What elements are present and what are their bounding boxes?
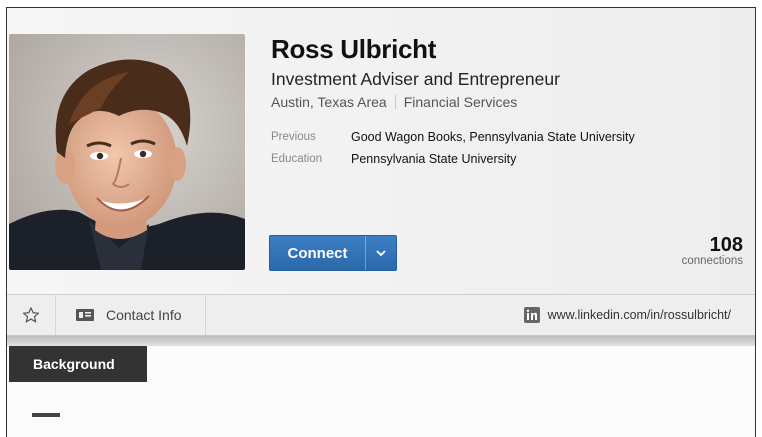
section-divider	[7, 336, 755, 346]
connections-count: 108 connections	[682, 235, 743, 267]
connections-label: connections	[681, 255, 743, 267]
star-icon	[22, 307, 40, 323]
contact-info-button[interactable]: Contact Info	[56, 295, 206, 335]
background-label: Background	[33, 356, 115, 372]
section-marker	[32, 413, 60, 417]
previous-row: Previous Good Wagon Books, Pennsylvania …	[271, 130, 635, 144]
linkedin-icon	[523, 307, 540, 323]
connections-number: 108	[709, 234, 743, 256]
connect-label[interactable]: Connect	[270, 236, 365, 270]
background-section-tab[interactable]: Background	[9, 346, 147, 382]
education-row: Education Pennsylvania State University	[271, 152, 516, 166]
address-card-icon	[76, 308, 94, 322]
contact-info-label: Contact Info	[106, 307, 182, 323]
chevron-down-icon	[376, 250, 386, 256]
previous-value[interactable]: Good Wagon Books, Pennsylvania State Uni…	[351, 130, 635, 144]
profile-card: Ross Ulbricht Investment Adviser and Ent…	[7, 8, 755, 296]
connect-dropdown[interactable]	[365, 236, 396, 270]
favorite-button[interactable]	[7, 295, 56, 335]
location-link[interactable]: Austin, Texas Area	[271, 94, 387, 110]
location-row: Austin, Texas Area Financial Services	[271, 94, 517, 110]
profile-headline: Investment Adviser and Entrepreneur	[271, 69, 560, 89]
industry-link[interactable]: Financial Services	[404, 94, 518, 110]
public-profile-url[interactable]: www.linkedin.com/in/rossulbricht/	[523, 295, 731, 335]
previous-label: Previous	[271, 131, 316, 143]
divider	[394, 95, 396, 109]
profile-name: Ross Ulbricht	[271, 34, 437, 64]
profile-page: Ross Ulbricht Investment Adviser and Ent…	[6, 7, 756, 437]
education-label: Education	[271, 153, 323, 165]
profile-photo[interactable]	[9, 34, 245, 270]
connect-button[interactable]: Connect	[269, 235, 397, 271]
profile-url-text[interactable]: www.linkedin.com/in/rossulbricht/	[548, 308, 731, 322]
education-value[interactable]: Pennsylvania State University	[351, 152, 516, 166]
profile-actions-bar: Contact Info www.linkedin.com/in/rossulb…	[7, 294, 755, 337]
